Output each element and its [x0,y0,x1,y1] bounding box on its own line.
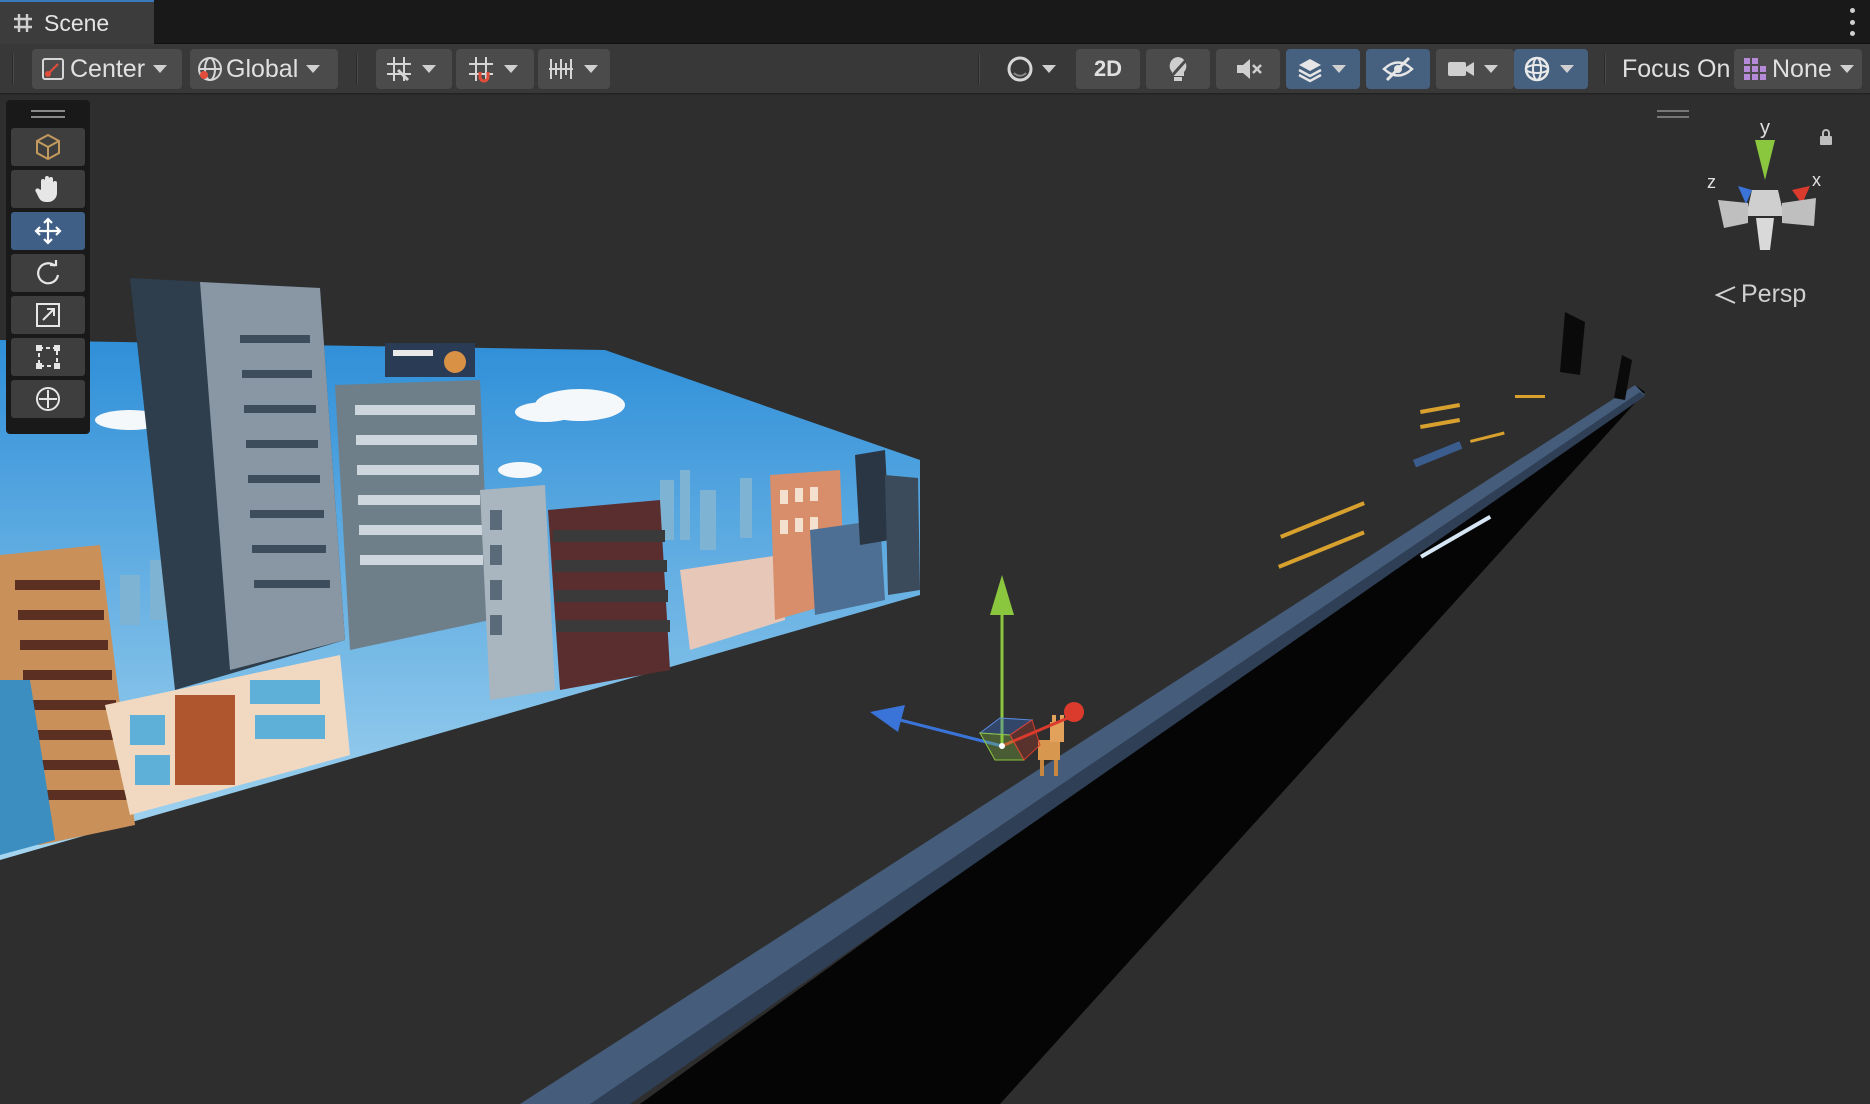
layers-effects-icon [1298,59,1322,83]
rotate-tool-button[interactable] [11,254,85,292]
tab-scene[interactable]: Scene [0,0,154,44]
city-background-sprite [0,278,920,860]
ruler-icon [549,59,573,79]
view-cube-icon [36,133,60,161]
space-mode-dropdown[interactable]: Global [190,49,338,89]
hand-tool-icon [35,176,57,203]
gizmos-dropdown[interactable] [1514,49,1588,89]
grid-hash-icon [14,14,32,32]
rect-tool-icon [36,345,60,369]
shaded-sphere-icon [1007,56,1033,82]
snap-increment-dropdown[interactable] [456,49,534,89]
hand-tool-button[interactable] [11,170,85,208]
scene-viewport[interactable] [0,95,1870,1104]
focus-on-value: None [1772,54,1832,83]
chevron-down-icon [1560,65,1574,73]
chevron-down-icon [504,65,518,73]
chevron-down-icon [422,65,436,73]
mode-2d-label: 2D [1093,56,1123,81]
rotate-tool-icon [37,260,60,285]
chevron-down-icon [153,65,168,73]
toolbar-divider [12,54,14,84]
tools-overlay [6,100,90,434]
globe-icon [198,57,222,81]
camera-icon [1448,62,1474,76]
gizmo-z-label: z [1707,172,1716,192]
effects-dropdown[interactable] [1286,49,1360,89]
scene-render [0,278,1645,1104]
tab-bar: Scene [0,0,1870,44]
ruler-settings-dropdown[interactable] [538,49,610,89]
eye-hidden-icon [1382,56,1414,82]
shading-mode-dropdown[interactable] [996,49,1062,89]
toolbar-divider [978,54,980,84]
magnet-grid-icon [469,57,493,83]
scale-tool-button[interactable] [11,296,85,334]
layers-grid-icon [1744,58,1766,80]
gizmo-globe-icon [1524,56,1550,82]
audio-toggle[interactable] [1216,49,1280,89]
focus-on-dropdown[interactable]: None [1734,49,1862,89]
light-bulb-off-icon [1166,56,1190,82]
overlay-drag-handle[interactable] [10,104,86,124]
space-mode-label: Global [226,54,299,83]
move-tool-button[interactable] [11,212,85,250]
chevron-down-icon [584,65,598,73]
gizmo-drag-handle[interactable] [1657,110,1689,118]
chevron-down-icon [1484,65,1498,73]
rect-tool-button[interactable] [11,338,85,376]
toolbar-divider [1604,54,1606,84]
transform-tool-button[interactable] [11,380,85,418]
scale-tool-icon [36,303,60,327]
scene-visibility-toggle[interactable] [1366,49,1430,89]
tab-label: Scene [44,9,110,36]
pivot-mode-dropdown[interactable]: Center [32,49,182,89]
move-tool-icon [34,217,62,245]
chevron-down-icon [1332,65,1346,73]
gizmo-y-label: y [1760,117,1770,139]
chevron-down-icon [1042,65,1056,73]
projection-toggle[interactable]: Persp [1715,280,1806,309]
gizmo-x-label: x [1812,170,1821,190]
projection-label: Persp [1741,280,1807,308]
lighting-toggle[interactable] [1146,49,1210,89]
perspective-icon [1715,285,1736,304]
grid-snapping-dropdown[interactable] [376,49,452,89]
chevron-down-icon [306,65,321,73]
view-tool-button[interactable] [11,128,85,166]
speaker-mute-icon [1237,59,1262,79]
grid-snap-icon [387,57,411,82]
toolbar-divider [356,54,358,84]
camera-settings-dropdown[interactable] [1436,49,1514,89]
more-options-icon[interactable] [1848,8,1856,36]
chevron-down-icon [1839,65,1854,73]
pivot-mode-label: Center [70,54,146,83]
transform-tool-icon [36,387,60,411]
mode-2d-toggle[interactable]: 2D [1076,49,1140,89]
pivot-center-icon [42,58,64,80]
scene-toolbar: Center Global 2D Focus On None [0,44,1870,94]
focus-on-label: Focus On [1622,54,1731,83]
